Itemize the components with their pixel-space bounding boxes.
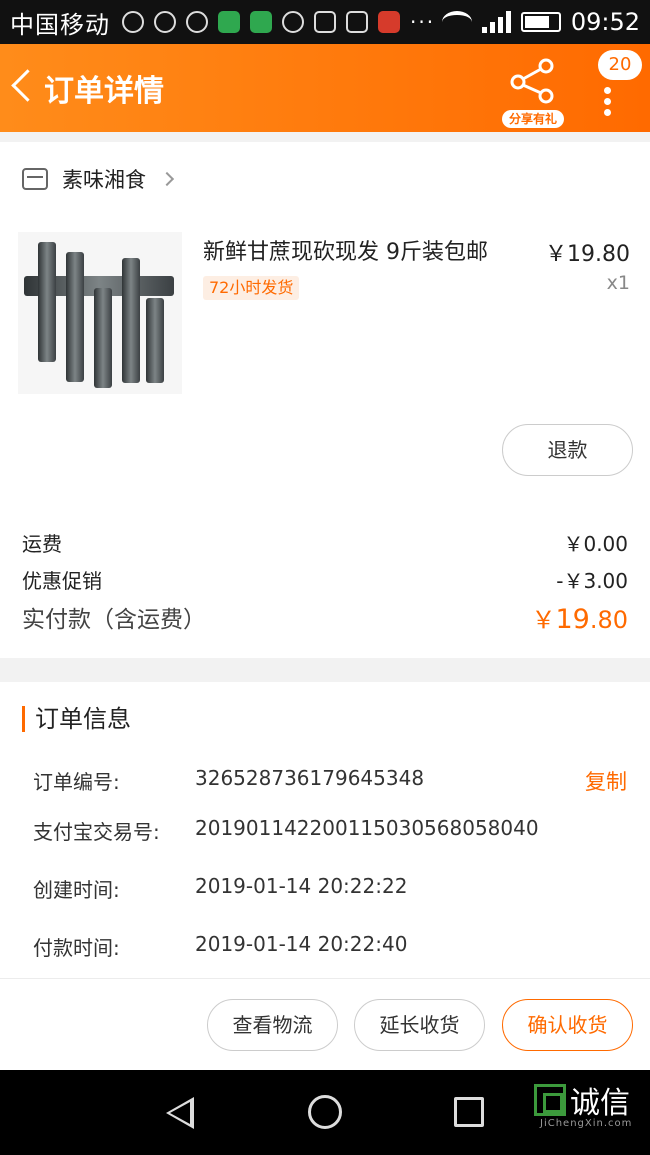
shield-icon — [122, 11, 144, 33]
chat-bubble-icon — [186, 11, 208, 33]
created-time-label: 创建时间: — [33, 878, 120, 902]
lock-icon — [314, 11, 336, 33]
nav-recents-icon[interactable] — [454, 1097, 484, 1127]
shop-link[interactable]: 素味湘食 — [22, 164, 175, 194]
paid-time-value: 2019-01-14 20:22:40 — [195, 932, 408, 956]
paid-decimal: .80 — [589, 606, 628, 634]
confirm-receipt-button[interactable]: 确认收货 — [502, 999, 633, 1051]
toutiao-app-icon — [378, 11, 400, 33]
share-label: 分享有礼 — [502, 110, 564, 128]
currency-symbol: ￥ — [531, 606, 556, 634]
created-time-value: 2019-01-14 20:22:22 — [195, 874, 408, 898]
taobao-app-icon — [250, 11, 272, 33]
paid-total-label: 实付款（含运费） — [22, 607, 206, 633]
watermark: 诚信 — [534, 1078, 630, 1122]
share-button[interactable]: 分享有礼 — [502, 56, 564, 128]
section-title: 订单信息 — [22, 706, 131, 732]
status-bar: 中国移动 ··· 09:52 — [0, 0, 650, 44]
order-number-label: 订单编号: — [33, 770, 120, 794]
copy-order-number-button[interactable]: 复制 — [585, 766, 627, 796]
order-info-card: 订单信息 订单编号: 326528736179645348 复制 支付宝交易号:… — [0, 682, 650, 978]
carrier-name: 中国移动 — [10, 10, 110, 39]
watermark-text: 诚信 — [570, 1086, 630, 1121]
chevron-right-icon — [159, 171, 175, 187]
shop-name: 素味湘食 — [62, 168, 146, 192]
product-quantity: x1 — [606, 272, 630, 294]
image-icon — [346, 11, 368, 33]
page-title: 订单详情 — [44, 74, 164, 109]
refund-button[interactable]: 退款 — [502, 424, 633, 476]
wifi-check-icon — [154, 11, 176, 33]
wechat-icon — [282, 11, 304, 33]
product-image[interactable] — [18, 232, 182, 394]
message-count-badge: 20 — [598, 50, 642, 80]
signal-icon — [481, 11, 511, 33]
wifi-icon — [441, 11, 472, 33]
paid-time-label: 付款时间: — [33, 936, 120, 960]
order-number-value: 326528736179645348 — [195, 766, 425, 790]
promotion-label: 优惠促销 — [22, 569, 102, 593]
more-notifications-icon: ··· — [410, 10, 436, 34]
product-price: ￥19.80 — [545, 242, 630, 267]
taobao-app-icon — [218, 11, 240, 33]
store-icon — [22, 168, 48, 190]
app-header: 订单详情 分享有礼 20 — [0, 44, 650, 132]
nav-home-icon[interactable] — [308, 1095, 342, 1129]
more-menu-button[interactable] — [596, 84, 618, 124]
watermark-logo-icon — [534, 1084, 566, 1116]
system-nav-bar: 诚信 JiChengXin.com — [0, 1070, 650, 1155]
watermark-url: JiChengXin.com — [540, 1118, 633, 1129]
alipay-trade-value: 2019011422001150305680580​40 — [195, 816, 539, 840]
shipping-fee-row: 运费 ￥0.00 — [22, 528, 628, 557]
paid-integer: 19 — [555, 604, 590, 635]
notification-icons: ··· — [122, 10, 435, 34]
order-product-card: 素味湘食 新鲜甘蔗现砍现发 9斤装包邮 72小时发货 ￥19.80 x1 退款 … — [0, 142, 650, 658]
clock: 09:52 — [570, 8, 640, 36]
back-button[interactable] — [0, 44, 44, 132]
nav-back-icon[interactable] — [166, 1097, 194, 1129]
promotion-value: -￥3.00 — [556, 569, 628, 593]
share-icon — [510, 58, 554, 104]
order-action-bar: 查看物流 延长收货 确认收货 — [0, 978, 650, 1070]
shipping-fee-label: 运费 — [22, 532, 62, 556]
paid-total-row: 实付款（含运费） ￥19.80 — [22, 600, 628, 635]
view-logistics-button[interactable]: 查看物流 — [207, 999, 338, 1051]
product-title[interactable]: 新鲜甘蔗现砍现发 9斤装包邮 — [203, 234, 488, 266]
alipay-trade-label: 支付宝交易号: — [33, 820, 160, 844]
battery-icon — [520, 12, 561, 32]
paid-total-value: ￥19.80 — [531, 600, 628, 635]
extend-receipt-button[interactable]: 延长收货 — [354, 999, 485, 1051]
promotion-row: 优惠促销 -￥3.00 — [22, 565, 628, 594]
shipping-fee-value: ￥0.00 — [563, 532, 628, 556]
shipping-time-tag: 72小时发货 — [203, 276, 300, 300]
